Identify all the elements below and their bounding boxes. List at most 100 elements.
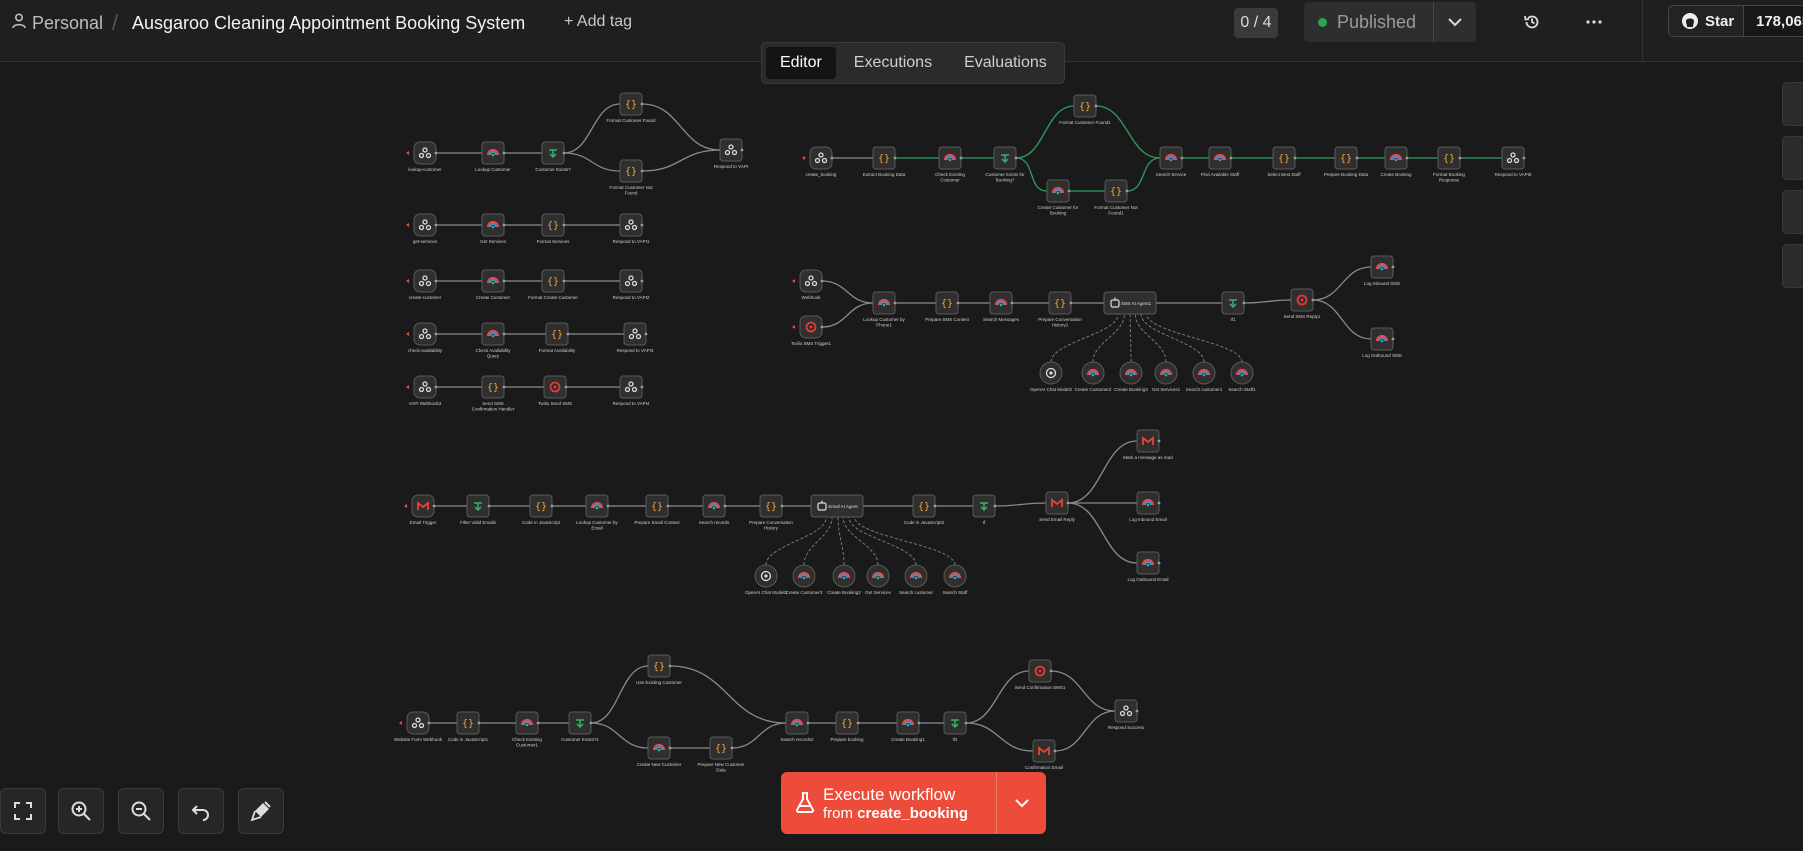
workflow-node[interactable]: Webhook	[792, 269, 824, 300]
github-star-button[interactable]: Star	[1668, 5, 1744, 37]
workflow-node[interactable]: Respond Success	[1108, 699, 1145, 730]
ai-connection-edge[interactable]	[803, 516, 833, 566]
workflow-node[interactable]: {} Select Best Staff	[1267, 146, 1301, 177]
workflow-node[interactable]: {} Use Existing Customer	[636, 654, 682, 685]
workflow-node[interactable]: Check Availability Query	[476, 322, 512, 359]
workflow-node[interactable]: {} Code in JavaScript	[522, 494, 561, 525]
workflow-title[interactable]: Ausgaroo Cleaning Appointment Booking Sy…	[132, 13, 525, 34]
workflow-node[interactable]: Twilio Send SMS	[538, 375, 572, 406]
workflow-node[interactable]: Filter Valid Emails	[460, 494, 497, 525]
workflow-node[interactable]: Respond to VAPI5	[1495, 146, 1532, 177]
workflow-edge[interactable]	[563, 152, 621, 172]
workflow-edge[interactable]	[590, 665, 649, 724]
workflow-edge[interactable]	[669, 665, 787, 724]
workflow-edge[interactable]	[821, 280, 874, 304]
workflow-node[interactable]: Search Staff	[943, 564, 968, 595]
workflow-edge[interactable]	[1243, 299, 1292, 304]
workflow-edge[interactable]	[994, 502, 1047, 507]
workflow-node[interactable]: Get Services	[480, 213, 507, 244]
workflow-graph[interactable]: lookup-customer Lookup Customer Customer E…	[0, 63, 1803, 851]
workflow-node[interactable]: Create Booking3	[1114, 361, 1148, 392]
workflow-node[interactable]: Log Outbound SMS	[1362, 327, 1402, 358]
workflow-canvas[interactable]: lookup-customer Lookup Customer Customer E…	[0, 63, 1803, 851]
workflow-node[interactable]: Send Confirmation SMS1	[1015, 659, 1066, 690]
workflow-node[interactable]: {} Extract Booking Data	[863, 146, 906, 177]
workflow-node[interactable]: Search Staff1	[1228, 361, 1256, 392]
workflow-node[interactable]: {} Format Customer Not Found1	[1094, 179, 1138, 216]
workflow-node[interactable]: If2	[943, 711, 968, 742]
workflow-node[interactable]: Create Customer for Booking	[1038, 179, 1079, 216]
workflow-node[interactable]: {} Prepare booking	[830, 711, 864, 742]
ai-connection-edge[interactable]	[1092, 313, 1125, 363]
workflow-node[interactable]: {} Prepare Booking Data	[1324, 146, 1369, 177]
workflow-node[interactable]: Lookup Customer	[475, 141, 511, 172]
workflow-node[interactable]: {} Format Customer Found1	[1059, 94, 1111, 125]
workflow-node[interactable]: Create Booking2	[827, 564, 861, 595]
workflow-edge[interactable]	[821, 302, 874, 328]
workflow-node[interactable]: Get Services1	[1152, 361, 1181, 392]
workflow-node[interactable]: Send Email Reply	[1039, 491, 1076, 522]
add-tag-button[interactable]: + Add tag	[564, 13, 632, 31]
workflow-node[interactable]: SMS AI Agent1	[1103, 291, 1157, 315]
workflow-edge[interactable]	[1067, 502, 1138, 564]
workflow-node[interactable]: Search customer	[899, 564, 934, 595]
workflow-edge[interactable]	[563, 103, 621, 154]
workflow-node[interactable]: Twilio SMS Trigger1	[791, 315, 832, 346]
zoom-out-button[interactable]	[118, 788, 164, 834]
workflow-node[interactable]: Search records	[699, 494, 730, 525]
workflow-edge[interactable]	[1067, 440, 1138, 504]
workflow-node[interactable]: Create Customer2	[1075, 361, 1112, 392]
workflow-node[interactable]: {} Prepare SMS Context	[925, 291, 970, 322]
ai-connection-edge[interactable]	[1129, 313, 1132, 363]
workflow-edge[interactable]	[1312, 266, 1372, 301]
published-dropdown-button[interactable]	[1434, 2, 1476, 42]
workflow-node[interactable]: Email Trigger	[404, 494, 437, 525]
workflow-node[interactable]: Customer Exists for Booking?	[985, 146, 1025, 183]
workflow-node[interactable]: Respond to VAPI2	[613, 269, 650, 300]
evaluation-counter[interactable]: 0 / 4	[1234, 8, 1278, 38]
workflow-node[interactable]: lookup-customer	[406, 141, 442, 172]
workflow-node[interactable]: create-customer	[406, 269, 442, 300]
zoom-in-button[interactable]	[58, 788, 104, 834]
workflow-node[interactable]: {} Format Services	[537, 213, 571, 244]
workflow-edge[interactable]	[1054, 710, 1116, 752]
ai-connection-edge[interactable]	[837, 516, 845, 566]
workflow-node[interactable]: Respond to VAPI1	[613, 213, 650, 244]
workflow-edge[interactable]	[641, 103, 721, 151]
workflow-node[interactable]: {} Prepare Conversation History	[749, 494, 793, 531]
breadcrumb-personal[interactable]: Personal	[12, 12, 103, 34]
workflow-edge[interactable]	[965, 670, 1030, 724]
workflow-node[interactable]: Log Inbound SMS	[1364, 255, 1400, 286]
workflow-node[interactable]: OpenAI Chat Model2	[1030, 361, 1073, 392]
workflow-node[interactable]: {} Format Booking Response	[1433, 146, 1465, 183]
tidy-up-button[interactable]	[238, 788, 284, 834]
workflow-node[interactable]: Mark a message as read	[1123, 429, 1173, 460]
workflow-node[interactable]: {} Format Customer Not Found	[609, 159, 653, 196]
workflow-node[interactable]: {} Format Availability	[539, 322, 576, 353]
execute-workflow-control[interactable]: Execute workflow from create_booking	[781, 772, 1046, 834]
workflow-edge[interactable]	[1050, 670, 1116, 712]
workflow-edge[interactable]	[965, 722, 1034, 752]
workflow-node[interactable]: {} Send SMS Confirmation Handler	[472, 375, 515, 412]
workflow-node[interactable]: If1	[1221, 291, 1246, 322]
workflow-node[interactable]: Check Existing Customer	[935, 146, 965, 183]
workflow-node[interactable]: Search customer1	[1186, 361, 1223, 392]
workflow-node[interactable]: Create Customer	[476, 269, 511, 300]
workflow-node[interactable]: check-availability	[406, 322, 443, 353]
workflow-node[interactable]: Search Service	[1156, 146, 1187, 177]
workflow-node[interactable]: {} Code in JavaScript1	[448, 711, 489, 742]
workflow-edge[interactable]	[1312, 299, 1372, 340]
workflow-node[interactable]: Customer Exists?1	[561, 711, 599, 742]
workflow-edge[interactable]	[590, 722, 649, 749]
execute-dropdown-button[interactable]	[997, 772, 1046, 834]
workflow-node[interactable]: Check Existing Customer1	[512, 711, 542, 748]
workflow-node[interactable]: Customer Exists?	[535, 141, 571, 172]
workflow-node[interactable]: {} Format Create Customer	[528, 269, 578, 300]
workflow-node[interactable]: {} Format Customer Found	[606, 92, 656, 123]
workflow-node[interactable]: {} Prepare Conversation History1	[1038, 291, 1082, 328]
workflow-node[interactable]: VAPI Webhook3	[406, 375, 442, 406]
workflow-node[interactable]: {} Prepare Email Context	[634, 494, 680, 525]
workflow-node[interactable]: Confirmation Email	[1025, 739, 1063, 770]
workflow-edge[interactable]	[641, 149, 721, 172]
workflow-node[interactable]: get-services	[406, 213, 438, 244]
